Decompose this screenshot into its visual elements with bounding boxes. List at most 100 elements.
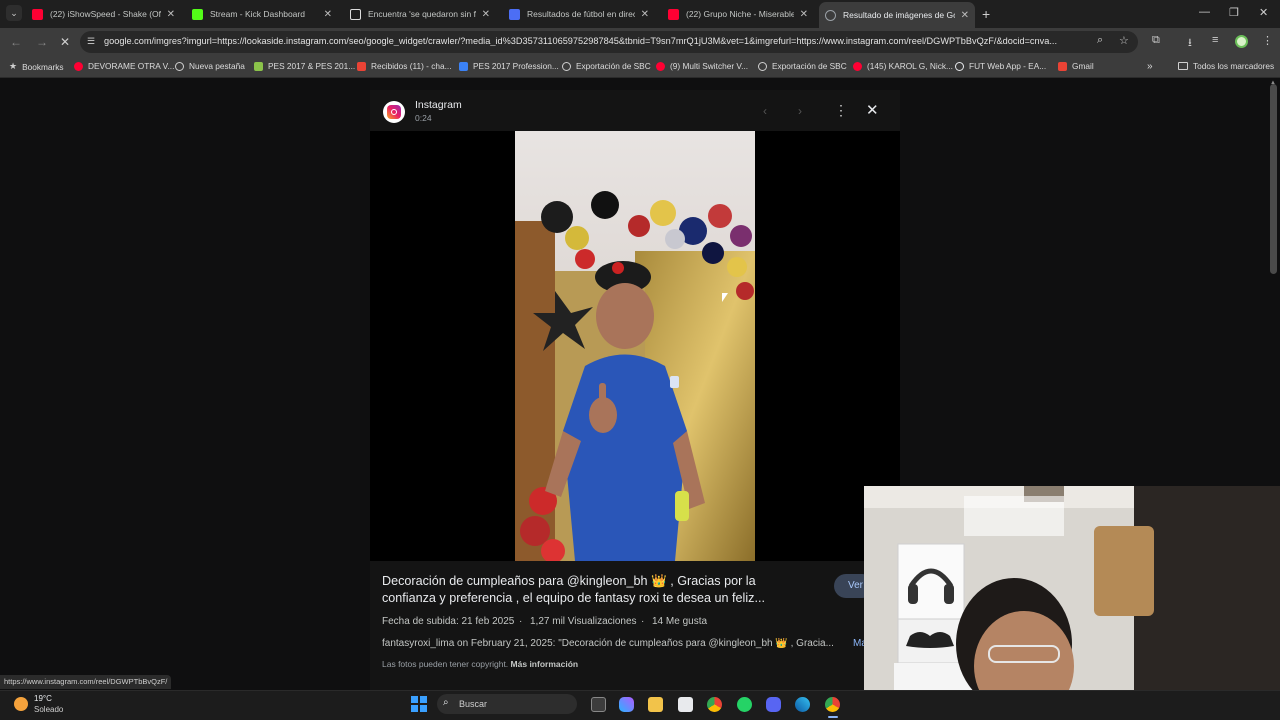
- close-tab-icon[interactable]: ✕: [641, 9, 649, 20]
- bookmark-item[interactable]: FUT Web App - EA...: [955, 61, 1046, 71]
- zoom-icon[interactable]: ⌕: [1097, 34, 1103, 47]
- pes-icon: [459, 61, 468, 71]
- media-controls-icon[interactable]: ≡: [1212, 34, 1218, 46]
- close-tab-icon[interactable]: ✕: [961, 10, 969, 21]
- tab-list-dropdown[interactable]: ⌄: [6, 5, 22, 21]
- close-tab-icon[interactable]: ✕: [800, 9, 808, 20]
- bookmark-item[interactable]: Exportación de SBC: [758, 61, 847, 71]
- meta-separator: ·: [641, 616, 645, 627]
- tab-grupo-niche[interactable]: (22) Grupo Niche - Miserable ( ✕: [662, 3, 814, 25]
- active-app-indicator: [828, 716, 838, 718]
- browser-menu-icon[interactable]: ⋮: [1262, 34, 1273, 47]
- close-window-icon[interactable]: ✕: [1259, 6, 1268, 19]
- restore-icon[interactable]: ❐: [1229, 6, 1239, 19]
- bookmark-item[interactable]: (145) KAROL G, Nick...: [853, 61, 953, 71]
- view-count: 1,27 mil Visualizaciones: [530, 616, 637, 627]
- mouse-cursor-icon: [722, 293, 728, 302]
- close-tab-icon[interactable]: ✕: [324, 9, 332, 20]
- copilot-icon[interactable]: [619, 697, 634, 712]
- status-bar-url: https://www.instagram.com/reel/DGWPTbBvQ…: [0, 675, 172, 689]
- kick-icon: [192, 8, 203, 20]
- tab-kick[interactable]: Stream - Kick Dashboard ✕: [186, 3, 338, 25]
- page-scrollbar[interactable]: [1270, 84, 1277, 274]
- new-tab-button[interactable]: +: [982, 6, 990, 22]
- profile-avatar[interactable]: [1235, 35, 1248, 48]
- video-duration: 0:24: [415, 113, 432, 123]
- tiktok-icon: [350, 8, 361, 20]
- gmail-icon: [1058, 61, 1067, 71]
- site-info-icon[interactable]: ☰: [87, 36, 95, 47]
- bookmark-item[interactable]: (9) Multi Switcher V...: [656, 61, 748, 71]
- windows-taskbar: [0, 690, 1280, 720]
- scroll-up-icon[interactable]: ▲: [1270, 80, 1276, 86]
- close-tab-icon[interactable]: ✕: [482, 9, 490, 20]
- search-icon: ⌕: [443, 697, 449, 708]
- file-explorer-icon[interactable]: [648, 697, 663, 712]
- minimize-icon[interactable]: —: [1199, 6, 1210, 18]
- youtube-icon: [74, 61, 83, 71]
- bookmark-item[interactable]: PES 2017 & PES 201...: [254, 61, 355, 71]
- weather-condition[interactable]: Soleado: [34, 705, 63, 714]
- tab-tiktok[interactable]: Encuentra 'se quedaron sin flo ✕: [344, 3, 496, 25]
- taskbar-search-label: Buscar: [459, 699, 488, 709]
- folder-icon: [1178, 62, 1188, 70]
- globe-icon: [175, 61, 184, 71]
- forward-icon[interactable]: →: [36, 35, 48, 49]
- bookmark-item[interactable]: DEVORAME OTRA V...: [74, 61, 174, 71]
- youtube-icon: [853, 61, 862, 71]
- more-info-link[interactable]: Más información: [511, 659, 579, 669]
- task-view-icon[interactable]: [591, 697, 606, 712]
- post-description: fantasyroxi_lima on February 21, 2025: "…: [382, 638, 834, 649]
- weather-temperature[interactable]: 19°C: [34, 694, 52, 703]
- all-bookmarks-folder[interactable]: Todos los marcadores: [1178, 61, 1274, 71]
- webcam-feed-graphic: [864, 486, 1280, 720]
- bookmark-item[interactable]: Gmail: [1058, 61, 1094, 71]
- image-caption[interactable]: Decoración de cumpleaños para @kingleon_…: [382, 573, 802, 607]
- youtube-icon: [656, 61, 665, 71]
- more-options-icon[interactable]: ⋮: [834, 102, 848, 119]
- like-count: 14 Me gusta: [652, 616, 708, 627]
- extensions-icon[interactable]: ⧉: [1152, 34, 1160, 47]
- bookmark-item[interactable]: PES 2017 Profession...: [459, 61, 559, 71]
- bookmark-item[interactable]: Recibidos (11) - cha...: [357, 61, 452, 71]
- webcam-overlay: [864, 486, 1280, 720]
- meta-separator: ·: [519, 616, 523, 627]
- close-tab-icon[interactable]: ✕: [167, 9, 175, 20]
- bookmark-item[interactable]: Exportación de SBC: [562, 61, 651, 71]
- star-icon: ★: [9, 61, 18, 71]
- globe-icon: [758, 61, 767, 71]
- stop-loading-icon[interactable]: ✕: [60, 35, 70, 49]
- instagram-icon: [383, 101, 405, 123]
- taskbar-search[interactable]: [437, 694, 577, 714]
- store-icon[interactable]: [678, 697, 693, 712]
- source-name[interactable]: Instagram: [415, 99, 462, 111]
- youtube-icon: [32, 8, 43, 20]
- url-text: google.com/imgres?imgurl=https://lookasi…: [104, 36, 1057, 46]
- discord-icon[interactable]: [766, 697, 781, 712]
- downloads-icon[interactable]: ⭳: [1188, 34, 1192, 53]
- tab-google-images[interactable]: Resultado de imágenes de Goo ✕: [819, 2, 975, 28]
- gmail-icon: [357, 61, 366, 71]
- next-image-icon[interactable]: ›: [798, 104, 802, 118]
- tab-resultados-futbol[interactable]: Resultados de fútbol en directo ✕: [503, 3, 655, 25]
- previous-image-icon[interactable]: ‹: [763, 104, 767, 118]
- tab-ishowspeed[interactable]: (22) iShowSpeed - Shake (Offic ✕: [26, 3, 181, 25]
- pes-icon: [254, 61, 263, 71]
- ea-icon: [955, 61, 964, 71]
- edge-icon[interactable]: [795, 697, 810, 712]
- bookmark-star-icon[interactable]: ☆: [1119, 34, 1129, 47]
- chrome-active-icon[interactable]: [825, 697, 840, 712]
- upload-date: Fecha de subida: 21 feb 2025: [382, 616, 515, 627]
- google-icon: [825, 9, 836, 21]
- whatsapp-icon[interactable]: [737, 697, 752, 712]
- weather-icon[interactable]: [14, 697, 28, 711]
- bookmark-item[interactable]: ★ Bookmarks: [9, 61, 64, 72]
- chrome-icon[interactable]: [707, 697, 722, 712]
- back-icon[interactable]: ←: [10, 35, 22, 49]
- close-viewer-icon[interactable]: ✕: [866, 101, 879, 119]
- preview-image[interactable]: [515, 131, 755, 561]
- bookmarks-overflow-icon[interactable]: »: [1147, 61, 1153, 72]
- bookmark-item[interactable]: Nueva pestaña: [175, 61, 245, 71]
- windows-start-icon[interactable]: [411, 696, 427, 712]
- copyright-notice: Las fotos pueden tener copyright. Más in…: [382, 659, 579, 669]
